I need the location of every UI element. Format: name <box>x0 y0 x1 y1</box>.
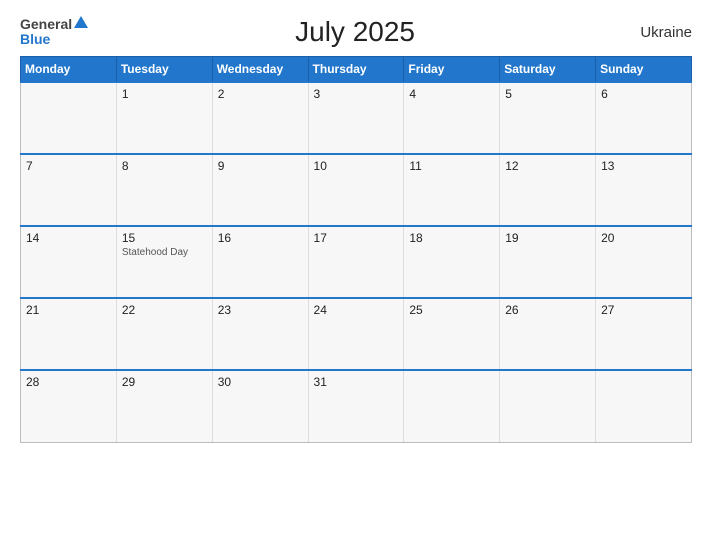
day-number: 30 <box>218 375 303 389</box>
calendar-cell: 16 <box>212 226 308 298</box>
week-row-5: 28 29 30 31 <box>21 370 692 442</box>
calendar-cell: 15 Statehood Day <box>116 226 212 298</box>
day-number: 28 <box>26 375 111 389</box>
day-number: 26 <box>505 303 590 317</box>
calendar-body: 123456789101112131415Statehood Day161718… <box>21 82 692 442</box>
day-number: 3 <box>314 87 399 101</box>
calendar-cell: 30 <box>212 370 308 442</box>
day-number: 18 <box>409 231 494 245</box>
calendar-cell: 26 <box>500 298 596 370</box>
day-number: 16 <box>218 231 303 245</box>
calendar-cell: 12 <box>500 154 596 226</box>
logo-triangle-icon <box>74 16 88 28</box>
calendar-cell <box>21 82 117 154</box>
day-number: 9 <box>218 159 303 173</box>
calendar-cell: 7 <box>21 154 117 226</box>
calendar-cell: 19 <box>500 226 596 298</box>
calendar-cell: 11 <box>404 154 500 226</box>
logo: General Blue <box>20 17 88 48</box>
calendar-cell: 5 <box>500 82 596 154</box>
calendar-cell: 10 <box>308 154 404 226</box>
calendar-cell: 13 <box>596 154 692 226</box>
day-number: 13 <box>601 159 686 173</box>
calendar-cell: 2 <box>212 82 308 154</box>
calendar-cell <box>404 370 500 442</box>
calendar-cell: 3 <box>308 82 404 154</box>
day-header-saturday: Saturday <box>500 57 596 83</box>
day-header-wednesday: Wednesday <box>212 57 308 83</box>
day-number: 22 <box>122 303 207 317</box>
header: General Blue July 2025 Ukraine <box>20 16 692 48</box>
calendar-cell: 18 <box>404 226 500 298</box>
calendar-cell <box>596 370 692 442</box>
calendar-cell: 6 <box>596 82 692 154</box>
logo-general-text: General <box>20 17 72 32</box>
day-number: 14 <box>26 231 111 245</box>
day-number: 27 <box>601 303 686 317</box>
day-number: 6 <box>601 87 686 101</box>
holiday-label: Statehood Day <box>122 247 207 258</box>
week-row-1: 123456 <box>21 82 692 154</box>
calendar-cell: 17 <box>308 226 404 298</box>
country-label: Ukraine <box>622 24 692 41</box>
day-header-monday: Monday <box>21 57 117 83</box>
day-number: 1 <box>122 87 207 101</box>
day-number: 29 <box>122 375 207 389</box>
calendar-cell: 25 <box>404 298 500 370</box>
day-number: 15 <box>122 231 207 245</box>
calendar-cell: 21 <box>21 298 117 370</box>
day-number: 25 <box>409 303 494 317</box>
calendar-cell: 29 <box>116 370 212 442</box>
calendar-cell: 1 <box>116 82 212 154</box>
calendar-cell: 4 <box>404 82 500 154</box>
calendar-cell: 23 <box>212 298 308 370</box>
day-number: 8 <box>122 159 207 173</box>
calendar-cell: 22 <box>116 298 212 370</box>
page: General Blue July 2025 Ukraine MondayTue… <box>0 0 712 550</box>
calendar-cell: 20 <box>596 226 692 298</box>
day-number: 21 <box>26 303 111 317</box>
calendar-header: MondayTuesdayWednesdayThursdayFridaySatu… <box>21 57 692 83</box>
calendar-cell: 31 <box>308 370 404 442</box>
day-header-friday: Friday <box>404 57 500 83</box>
calendar-cell: 14 <box>21 226 117 298</box>
day-number: 11 <box>409 159 494 173</box>
day-number: 10 <box>314 159 399 173</box>
day-number: 4 <box>409 87 494 101</box>
logo-blue-text: Blue <box>20 32 50 47</box>
calendar-cell <box>500 370 596 442</box>
day-number: 19 <box>505 231 590 245</box>
days-of-week-row: MondayTuesdayWednesdayThursdayFridaySatu… <box>21 57 692 83</box>
day-number: 7 <box>26 159 111 173</box>
calendar-title: July 2025 <box>88 16 622 48</box>
calendar-cell: 24 <box>308 298 404 370</box>
calendar-cell: 28 <box>21 370 117 442</box>
calendar-cell: 8 <box>116 154 212 226</box>
day-number: 24 <box>314 303 399 317</box>
day-number: 23 <box>218 303 303 317</box>
calendar-cell: 27 <box>596 298 692 370</box>
day-number: 2 <box>218 87 303 101</box>
day-number: 12 <box>505 159 590 173</box>
day-number: 5 <box>505 87 590 101</box>
calendar-table: MondayTuesdayWednesdayThursdayFridaySatu… <box>20 56 692 443</box>
day-header-sunday: Sunday <box>596 57 692 83</box>
day-number: 20 <box>601 231 686 245</box>
day-header-thursday: Thursday <box>308 57 404 83</box>
week-row-3: 14 15 Statehood Day 16 17 18 19 20 <box>21 226 692 298</box>
day-number: 17 <box>314 231 399 245</box>
day-header-tuesday: Tuesday <box>116 57 212 83</box>
week-row-4: 21 22 23 24 25 26 27 <box>21 298 692 370</box>
day-number: 31 <box>314 375 399 389</box>
calendar-cell: 9 <box>212 154 308 226</box>
week-row-2: 789 10 11 12 13 <box>21 154 692 226</box>
